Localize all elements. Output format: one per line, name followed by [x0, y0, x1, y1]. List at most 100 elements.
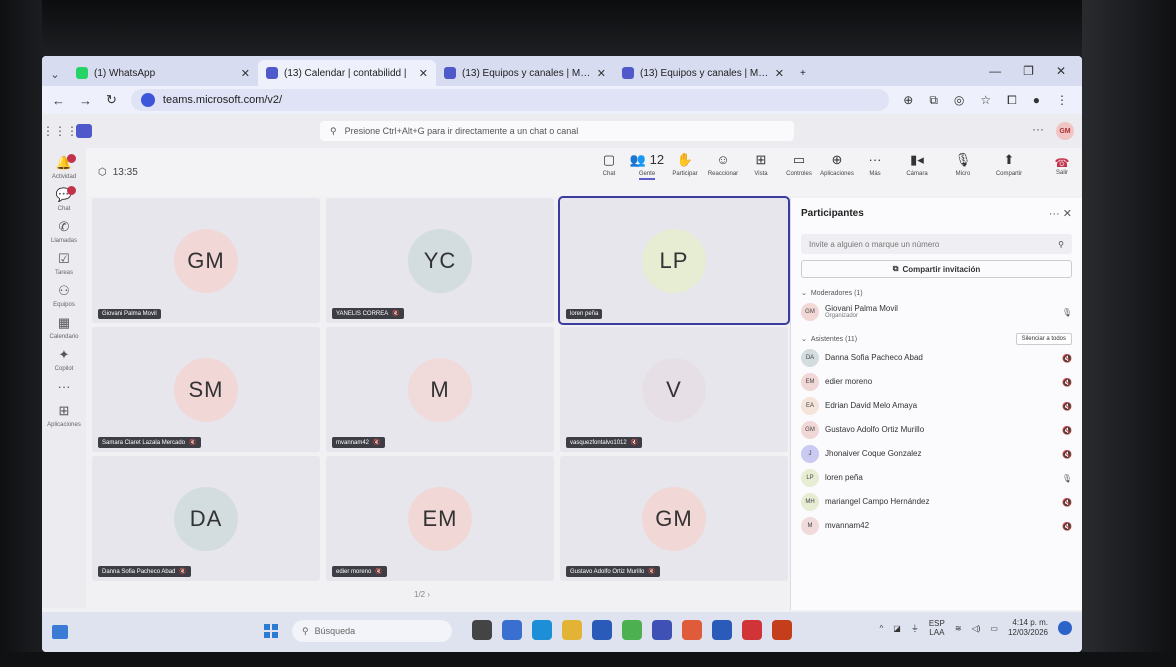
- mic-off-icon[interactable]: 🔇: [1062, 402, 1072, 411]
- rail-item-aplicaciones[interactable]: ⊞ Aplicaciones: [42, 402, 86, 428]
- zoom-icon[interactable]: ⊕: [903, 93, 913, 108]
- forward-icon[interactable]: →: [79, 93, 92, 108]
- browser-tab[interactable]: (13) Equipos y canales | Micros: ✕: [436, 60, 614, 86]
- invite-input[interactable]: Invite a alguien o marque un número ⚲: [801, 234, 1072, 254]
- browser-tab[interactable]: (13) Equipos y canales | Micros: ✕: [614, 60, 792, 86]
- mute-all-button[interactable]: Silenciar a todos: [1015, 333, 1072, 345]
- profile-icon[interactable]: ●: [1033, 93, 1040, 108]
- extensions-icon[interactable]: ⧠: [1007, 93, 1017, 108]
- close-icon[interactable]: ✕: [419, 67, 428, 80]
- mic-off-icon[interactable]: 🔇: [1062, 354, 1072, 363]
- eye-off-icon[interactable]: ◎: [954, 93, 964, 108]
- tool-controles[interactable]: ▭ Controles: [780, 152, 818, 180]
- video-tile[interactable]: YC YANELIS CORREA 🔇: [326, 198, 554, 323]
- battery-icon[interactable]: ▭: [990, 624, 998, 633]
- notification-icon[interactable]: [1058, 621, 1072, 636]
- participant-row[interactable]: GM Gustavo Adolfo Ortiz Murillo 🔇: [801, 418, 1072, 442]
- store-icon[interactable]: [592, 620, 612, 640]
- attendees-section-toggle[interactable]: ⌄ Asistentes (11) Silenciar a todos: [801, 332, 1072, 346]
- clock[interactable]: 4:14 p. m. 12/03/2026: [1008, 618, 1048, 639]
- tool-reaccionar[interactable]: ☺ Reaccionar: [704, 152, 742, 180]
- participant-row[interactable]: J Jhonaiver Coque Gonzalez 🔇: [801, 442, 1072, 466]
- video-tile[interactable]: Mmvannam42 🔇: [326, 327, 554, 452]
- start-button[interactable]: [264, 624, 278, 638]
- mic-icon[interactable]: 🎙: [1062, 474, 1072, 483]
- rail-item-copilot[interactable]: ✦ Copilot: [42, 346, 86, 372]
- chevron-up-icon[interactable]: ^: [880, 624, 884, 633]
- video-tile[interactable]: LP loren peña: [558, 196, 790, 325]
- close-icon[interactable]: ✕: [597, 67, 606, 80]
- tool-participar[interactable]: ✋ Participar: [666, 152, 704, 180]
- copilot-icon[interactable]: [502, 620, 522, 640]
- taskbar-search-input[interactable]: ⚲ Búsqueda: [292, 620, 452, 642]
- participant-row[interactable]: Mmvannam42 🔇: [801, 514, 1072, 538]
- grid-pager[interactable]: 1/2 ›: [414, 590, 430, 599]
- firefox-icon[interactable]: [682, 620, 702, 640]
- widgets-icon[interactable]: [52, 625, 68, 639]
- minimize-icon[interactable]: —: [989, 64, 1001, 78]
- video-tile[interactable]: DA Danna Sofia Pacheco Abad 🔇: [92, 456, 320, 581]
- media-compartir[interactable]: ⬆ Compartir: [988, 152, 1030, 177]
- video-tile[interactable]: SM Samara Claret Lazala Mercado 🔇: [92, 327, 320, 452]
- teams-search-input[interactable]: ⚲ Presione Ctrl+Alt+G para ir directamen…: [320, 121, 794, 141]
- mic-off-icon[interactable]: 🔇: [1062, 522, 1072, 531]
- moderators-section-toggle[interactable]: ⌄ Moderadores (1): [801, 286, 1072, 300]
- close-icon[interactable]: ✕: [775, 67, 784, 80]
- tool-aplicaciones[interactable]: ⊕ Aplicaciones: [818, 152, 856, 180]
- word-icon[interactable]: [712, 620, 732, 640]
- site-info-icon[interactable]: [140, 93, 155, 107]
- star-icon[interactable]: ☆: [980, 93, 991, 108]
- mic-off-icon[interactable]: 🔇: [1062, 426, 1072, 435]
- file-explorer-icon[interactable]: [562, 620, 582, 640]
- share-invitation-button[interactable]: ⧉ Compartir invitación: [801, 260, 1072, 278]
- participant-row[interactable]: EA Edrian David Melo Amaya 🔇: [801, 394, 1072, 418]
- language-indicator[interactable]: ESP LAA: [929, 619, 945, 638]
- cast-icon[interactable]: ⧉: [929, 93, 938, 108]
- tool-gente[interactable]: 👥 12 Gente: [628, 152, 666, 180]
- video-tile[interactable]: GM Giovani Palma Movil: [92, 198, 320, 323]
- edge-icon[interactable]: [532, 620, 552, 640]
- participant-row[interactable]: EM edier moreno 🔇: [801, 370, 1072, 394]
- participant-row[interactable]: GM Giovani Palma Movil Organizador 🎙: [801, 300, 1072, 324]
- maximize-icon[interactable]: ❐: [1023, 64, 1034, 78]
- volume-icon[interactable]: ◁): [972, 624, 981, 633]
- tool-chat[interactable]: ▢ Chat: [590, 152, 628, 180]
- back-icon[interactable]: ←: [52, 93, 65, 108]
- video-tile[interactable]: GM Gustavo Adolfo Ortiz Murillo 🔇: [560, 456, 788, 581]
- rail-item-calendario[interactable]: ▦ Calendario: [42, 314, 86, 340]
- app-icon[interactable]: [652, 620, 672, 640]
- wifi-icon[interactable]: ≋: [955, 624, 962, 633]
- rail-item-actividad[interactable]: 🔔 Actividad: [42, 154, 86, 180]
- new-tab-button[interactable]: +: [792, 60, 814, 86]
- participant-row[interactable]: DA Danna Sofia Pacheco Abad 🔇: [801, 346, 1072, 370]
- close-panel-button[interactable]: ··· ✕: [1049, 207, 1072, 220]
- rail-item-llamadas[interactable]: ✆ Llamadas: [42, 218, 86, 244]
- rail-item-more[interactable]: ···: [42, 378, 86, 396]
- media-micro[interactable]: 🎙 Micro: [942, 152, 984, 177]
- task-view-icon[interactable]: [472, 620, 492, 640]
- participant-row[interactable]: LP loren peña 🎙: [801, 466, 1072, 490]
- mic-off-icon[interactable]: 🔇: [1062, 498, 1072, 507]
- powerpoint-icon[interactable]: [772, 620, 792, 640]
- avatar[interactable]: GM: [1056, 122, 1074, 140]
- mic-off-icon[interactable]: 🔇: [1062, 450, 1072, 459]
- close-icon[interactable]: ✕: [1056, 64, 1066, 78]
- tool-más[interactable]: ··· Más: [856, 152, 894, 180]
- settings-more-icon[interactable]: ···: [1032, 122, 1044, 136]
- close-icon[interactable]: ✕: [241, 67, 250, 80]
- kebab-menu-icon[interactable]: ⋮: [1056, 93, 1068, 108]
- rail-item-tareas[interactable]: ☑ Tareas: [42, 250, 86, 276]
- store-tray-icon[interactable]: ◪: [893, 624, 901, 633]
- url-field[interactable]: teams.microsoft.com/v2/: [130, 89, 890, 111]
- browser-tab[interactable]: (1) WhatsApp ✕: [68, 60, 258, 86]
- tool-vista[interactable]: ⊞ Vista: [742, 152, 780, 180]
- leave-button[interactable]: ☎ Salir: [1048, 156, 1076, 182]
- rail-item-equipos[interactable]: ⚇ Equipos: [42, 282, 86, 308]
- pdf-icon[interactable]: [742, 620, 762, 640]
- media-cámara[interactable]: ▮◂ Cámara: [896, 152, 938, 177]
- mic-off-icon[interactable]: 🔇: [1062, 378, 1072, 387]
- mic-icon[interactable]: 🎙: [1062, 308, 1072, 317]
- tab-search-button[interactable]: ⌄: [42, 62, 68, 86]
- chrome-icon[interactable]: [622, 620, 642, 640]
- browser-tab[interactable]: (13) Calendar | contabilidd | ✕: [258, 60, 436, 86]
